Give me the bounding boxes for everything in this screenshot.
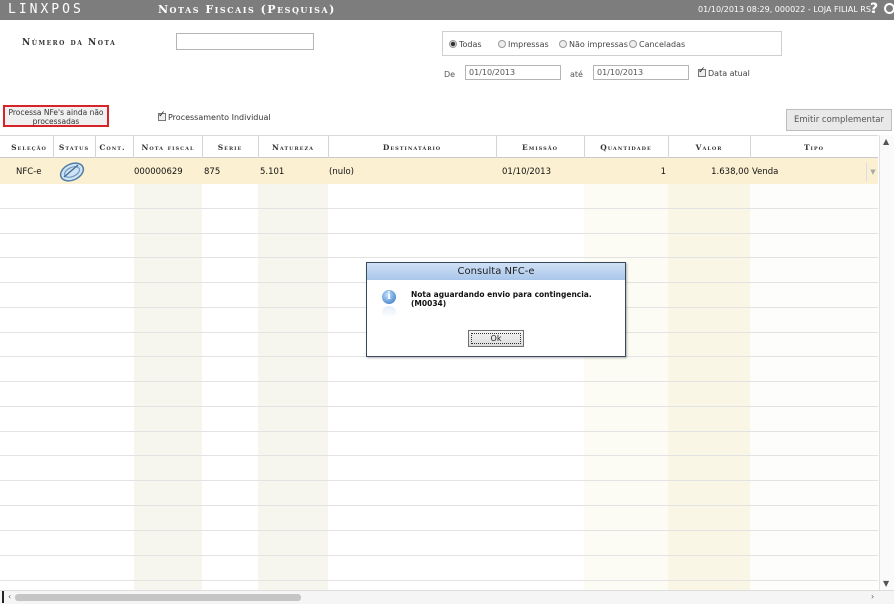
numero-nota-input[interactable] <box>176 33 314 50</box>
radio-dot-icon <box>559 40 567 48</box>
scroll-down-icon[interactable]: ▼ <box>883 579 889 588</box>
col-header-status[interactable]: Status <box>54 143 94 152</box>
radio-canceladas[interactable]: Canceladas <box>629 40 685 49</box>
row-line <box>0 530 878 531</box>
ok-button[interactable]: Ok <box>468 330 524 347</box>
de-label: De <box>444 70 456 79</box>
scroll-left-icon[interactable]: ‹ <box>8 592 11 601</box>
power-icon[interactable] <box>884 3 894 14</box>
info-icon-reflection <box>382 306 396 318</box>
dialog-title: Consulta NFC-e <box>367 263 625 280</box>
vertical-scrollbar[interactable]: ▲ ▼ <box>879 135 894 590</box>
radio-nao-impressas[interactable]: Não impressas <box>559 40 628 49</box>
cell-selecao[interactable]: NFC-e <box>16 167 41 177</box>
row-line <box>0 406 878 407</box>
checkbox-icon <box>158 110 166 121</box>
col-header-selecao[interactable]: Seleção <box>5 143 53 152</box>
tipo-dropdown-icon[interactable]: ▼ <box>866 163 879 181</box>
cell-nota-fiscal: 000000629 <box>134 167 183 177</box>
cell-tipo[interactable]: Venda <box>752 167 778 177</box>
ate-label: até <box>570 70 583 79</box>
nfe-status-icon <box>59 162 85 182</box>
scroll-up-icon[interactable]: ▲ <box>883 137 889 146</box>
cell-quantidade: 1 <box>660 167 666 177</box>
row-line <box>0 257 878 258</box>
app-logo: LINXPOS <box>8 2 84 17</box>
grid-column-bg <box>584 135 668 590</box>
cell-serie: 875 <box>204 167 221 177</box>
col-header-nota-fiscal[interactable]: Nota fiscal <box>134 143 202 152</box>
date-to-input[interactable]: 01/10/2013 <box>593 65 689 80</box>
cell-valor: 1.638,00 <box>711 167 749 177</box>
cell-emissao: 01/10/2013 <box>502 167 551 177</box>
help-icon[interactable]: ? <box>870 1 878 17</box>
window-title: Notas Fiscais (Pesquisa) <box>158 3 336 16</box>
cell-destinatario: (nulo) <box>329 167 354 177</box>
row-line <box>0 208 878 209</box>
data-atual-checkbox[interactable]: Data atual <box>698 66 750 78</box>
row-line <box>0 455 878 456</box>
grid-column-bg <box>750 135 878 590</box>
checkbox-icon <box>698 66 706 77</box>
grid-column-bg <box>258 135 328 590</box>
col-header-emissao[interactable]: Emissão <box>496 143 584 152</box>
col-header-valor[interactable]: Valor <box>668 143 750 152</box>
radio-dot-icon <box>498 40 506 48</box>
processa-nfes-button[interactable]: Processa NFe's ainda não processadas <box>3 105 109 127</box>
dialog-message: Nota aguardando envio para contingencia.… <box>411 290 592 308</box>
numero-nota-label: Número da Nota <box>22 38 117 48</box>
row-line <box>0 505 878 506</box>
col-header-quantidade[interactable]: Quantidade <box>584 143 668 152</box>
title-bar: LINXPOS Notas Fiscais (Pesquisa) 01/10/2… <box>0 0 894 20</box>
row-line <box>0 233 878 234</box>
horizontal-scrollbar[interactable]: ‹ › <box>0 590 894 604</box>
col-header-tipo[interactable]: Tipo <box>750 143 878 152</box>
cell-natureza: 5.101 <box>260 167 285 177</box>
col-header-destinatario[interactable]: Destinatário <box>328 143 496 152</box>
consulta-nfce-dialog: Consulta NFC-e i Nota aguardando envio p… <box>366 262 626 357</box>
row-line <box>0 480 878 481</box>
row-line <box>0 580 878 581</box>
col-header-serie[interactable]: Série <box>202 143 258 152</box>
radio-todas[interactable]: Todas <box>449 40 482 49</box>
session-info: 01/10/2013 08:29, 000022 - LOJA FILIAL R… <box>698 5 874 14</box>
col-header-cont[interactable]: Cont. <box>96 143 129 152</box>
scroll-thumb[interactable] <box>15 594 301 601</box>
scroll-right-icon[interactable]: › <box>871 592 874 601</box>
col-header-natureza[interactable]: Natureza <box>258 143 328 152</box>
radio-dot-icon <box>629 40 637 48</box>
grid-header: Seleção Status Cont. Nota fiscal Série N… <box>0 135 878 158</box>
invoice-grid <box>0 135 878 590</box>
radio-impressas[interactable]: Impressas <box>498 40 549 49</box>
grid-column-bg <box>134 135 202 590</box>
grid-column-bg <box>668 135 750 590</box>
scroll-mark <box>2 591 4 603</box>
date-from-input[interactable]: 01/10/2013 <box>465 65 561 80</box>
emitir-complementar-button[interactable]: Emitir complementar <box>786 109 892 131</box>
processamento-individual-checkbox[interactable]: Processamento Individual <box>158 110 271 122</box>
row-line <box>0 381 878 382</box>
status-filter-group: Todas Impressas Não impressas Canceladas <box>442 31 782 56</box>
row-line <box>0 555 878 556</box>
radio-dot-icon <box>449 40 457 48</box>
info-icon: i <box>382 290 396 304</box>
row-line <box>0 431 878 432</box>
